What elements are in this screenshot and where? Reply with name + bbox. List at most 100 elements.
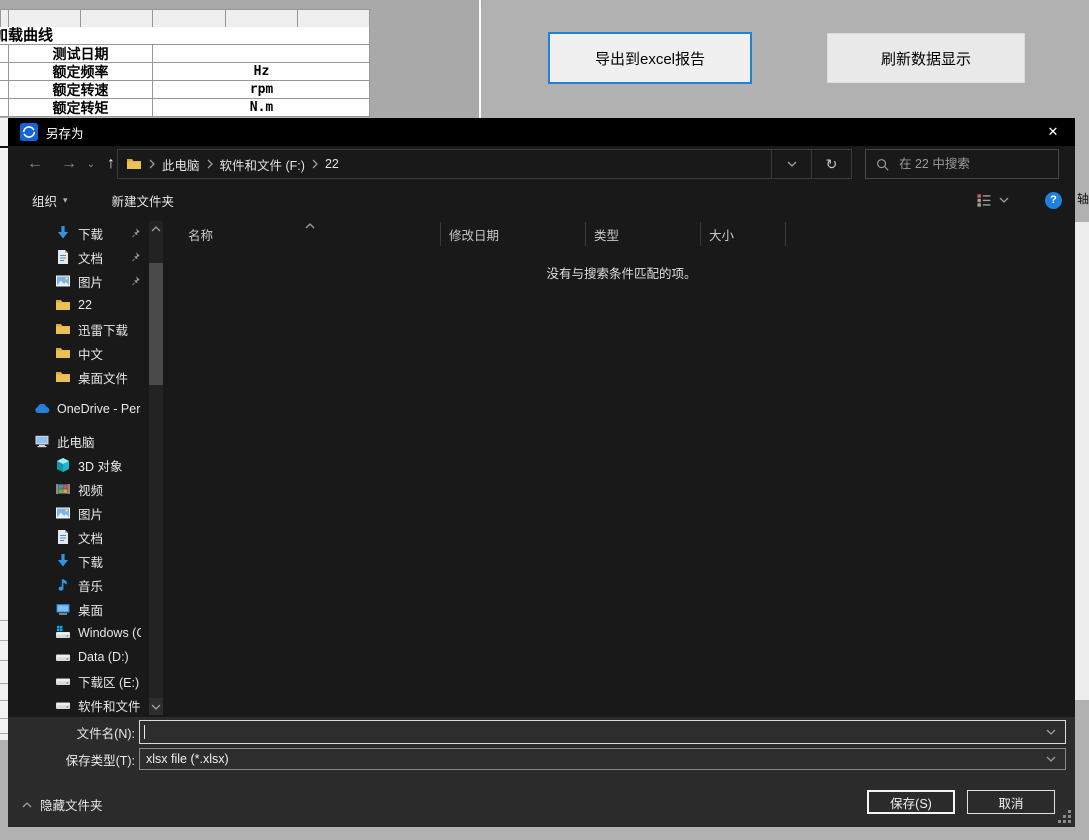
refresh-button[interactable]: ↻ <box>811 150 851 178</box>
axis-label: 轴 <box>1077 190 1089 207</box>
sidebar-item[interactable]: OneDrive - Perso <box>8 397 149 421</box>
sidebar-item[interactable]: 下载 <box>8 221 149 245</box>
chevron-right-icon <box>207 159 213 169</box>
recent-locations-chevron-icon[interactable]: ⌄ <box>84 146 98 182</box>
cube-icon <box>55 457 71 473</box>
pin-icon <box>129 227 141 239</box>
sidebar-item[interactable]: 中文 <box>8 341 149 365</box>
computer-icon <box>34 433 50 449</box>
column-header-type[interactable]: 类型 <box>585 222 700 246</box>
sidebar-item[interactable]: 3D 对象 <box>8 453 149 477</box>
back-button[interactable]: ← <box>22 146 48 182</box>
sidebar-item[interactable]: 图片 <box>8 501 149 525</box>
view-mode-button[interactable] <box>976 192 1009 208</box>
sidebar-item-label: 下载 <box>78 224 103 243</box>
sidebar-item[interactable]: 音乐 <box>8 573 149 597</box>
background-right-strip <box>1075 222 1089 700</box>
column-header-label: 修改日期 <box>449 225 499 244</box>
chevron-down-icon <box>1046 729 1056 735</box>
spreadsheet-fragment: 加载曲线 测试日期额定频率Hz额定转速rpm额定转矩N.m <box>0 9 370 117</box>
close-icon[interactable]: ✕ <box>1031 118 1075 146</box>
sidebar-item-label: Windows (C:) <box>78 626 141 640</box>
sidebar-item[interactable]: 桌面 <box>8 597 149 621</box>
sidebar-item[interactable]: 桌面文件 <box>8 365 149 389</box>
new-folder-button[interactable]: 新建文件夹 <box>112 191 175 210</box>
sidebar-item-label: 文档 <box>78 528 103 547</box>
scrollbar-thumb[interactable] <box>149 263 163 385</box>
scroll-down-button[interactable] <box>149 698 163 715</box>
spreadsheet-row-label: 测试日期 <box>9 45 152 63</box>
sidebar-item[interactable]: Windows (C:) <box>8 621 149 645</box>
spreadsheet-row: 额定转矩N.m <box>0 99 369 117</box>
spreadsheet-cell <box>225 9 298 27</box>
folder-icon <box>55 321 71 337</box>
dialog-title: 另存为 <box>46 123 84 142</box>
address-dropdown-button[interactable] <box>771 150 811 178</box>
sidebar-item-label: 3D 对象 <box>78 456 122 475</box>
sidebar-item[interactable]: 下载区 (E:) <box>8 669 149 693</box>
save-button[interactable]: 保存(S) <box>867 790 955 814</box>
address-bar[interactable]: 此电脑 软件和文件 (F:) 22 ↻ <box>117 149 852 179</box>
organize-button[interactable]: 组织 ▾ <box>32 191 68 210</box>
hide-folders-label: 隐藏文件夹 <box>40 795 103 814</box>
sidebar-item-label: 文档 <box>78 248 103 267</box>
drive-icon <box>55 649 71 665</box>
cancel-button[interactable]: 取消 <box>967 790 1055 814</box>
filename-input[interactable] <box>140 725 1065 739</box>
chevron-down-icon <box>151 704 161 710</box>
column-header-size[interactable]: 大小 <box>700 222 785 246</box>
spreadsheet-row-label: 额定转矩 <box>9 99 152 117</box>
resize-grip[interactable] <box>1058 810 1071 823</box>
text-cursor <box>144 725 145 739</box>
scroll-up-button[interactable] <box>149 221 163 236</box>
sidebar-item[interactable]: Data (D:) <box>8 645 149 669</box>
breadcrumb-item[interactable]: 22 <box>325 157 339 171</box>
sidebar-item[interactable]: 此电脑 <box>8 429 149 453</box>
breadcrumb-item[interactable]: 此电脑 <box>162 155 200 174</box>
refresh-data-button[interactable]: 刷新数据显示 <box>827 33 1025 83</box>
savetype-select[interactable]: xlsx file (*.xlsx) <box>139 748 1066 770</box>
column-header-date-modified[interactable]: 修改日期 <box>440 222 585 246</box>
sidebar-item-label: 图片 <box>78 504 103 523</box>
save-as-dialog: 另存为 ✕ ← → ⌄ ↑ 此电脑软件和文件 (F:)22 ↻ 组织 ▾ 新建文… <box>8 118 1075 827</box>
sidebar-item[interactable]: 下载 <box>8 549 149 573</box>
pin-icon <box>129 275 141 287</box>
savetype-value: xlsx file (*.xlsx) <box>140 752 229 766</box>
hide-folders-button[interactable]: 隐藏文件夹 <box>22 796 103 813</box>
sidebar-item-label: 软件和文件 (F:) <box>78 696 141 715</box>
sidebar-item-label: 桌面文件 <box>78 368 128 387</box>
column-header-blank[interactable] <box>785 222 830 246</box>
spreadsheet-cell <box>297 9 370 27</box>
sidebar-item-label: Data (D:) <box>78 650 129 664</box>
sidebar-item[interactable]: 22 <box>8 293 149 317</box>
sidebar-item-label: 桌面 <box>78 600 103 619</box>
sidebar-item[interactable]: 文档 <box>8 245 149 269</box>
drive-icon <box>55 697 71 713</box>
chevron-up-icon <box>305 223 315 229</box>
help-button[interactable]: ? <box>1045 192 1062 209</box>
dialog-toolbar: 组织 ▾ 新建文件夹 ? <box>8 182 1075 218</box>
breadcrumb-item[interactable]: 软件和文件 (F:) <box>220 155 305 174</box>
spreadsheet-row: 测试日期 <box>0 45 369 63</box>
sidebar-item[interactable]: 图片 <box>8 269 149 293</box>
filename-combo[interactable] <box>139 720 1066 744</box>
dialog-content: 下载文档图片22迅雷下载中文桌面文件OneDrive - Perso此电脑3D … <box>8 218 1075 717</box>
view-list-icon <box>976 192 992 208</box>
chevron-up-icon <box>22 802 32 808</box>
picture-icon <box>55 505 71 521</box>
file-list-area: 名称修改日期类型大小 没有与搜索条件匹配的项。 <box>168 218 1075 717</box>
forward-button[interactable]: → <box>56 146 82 182</box>
column-header-name[interactable]: 名称 <box>180 222 440 246</box>
spreadsheet-row: 额定转速rpm <box>0 81 369 99</box>
music-icon <box>55 577 71 593</box>
sidebar-item[interactable]: 迅雷下载 <box>8 317 149 341</box>
sidebar-item[interactable]: 软件和文件 (F:) <box>8 693 149 717</box>
search-box[interactable] <box>865 149 1059 179</box>
search-input[interactable] <box>899 157 1049 171</box>
spreadsheet-row: 额定频率Hz <box>0 63 369 81</box>
sidebar-item[interactable]: 视频 <box>8 477 149 501</box>
export-to-excel-button[interactable]: 导出到excel报告 <box>548 32 752 84</box>
windows-drive-icon <box>55 625 71 641</box>
sidebar-item[interactable]: 文档 <box>8 525 149 549</box>
sidebar-scrollbar[interactable] <box>149 221 163 715</box>
